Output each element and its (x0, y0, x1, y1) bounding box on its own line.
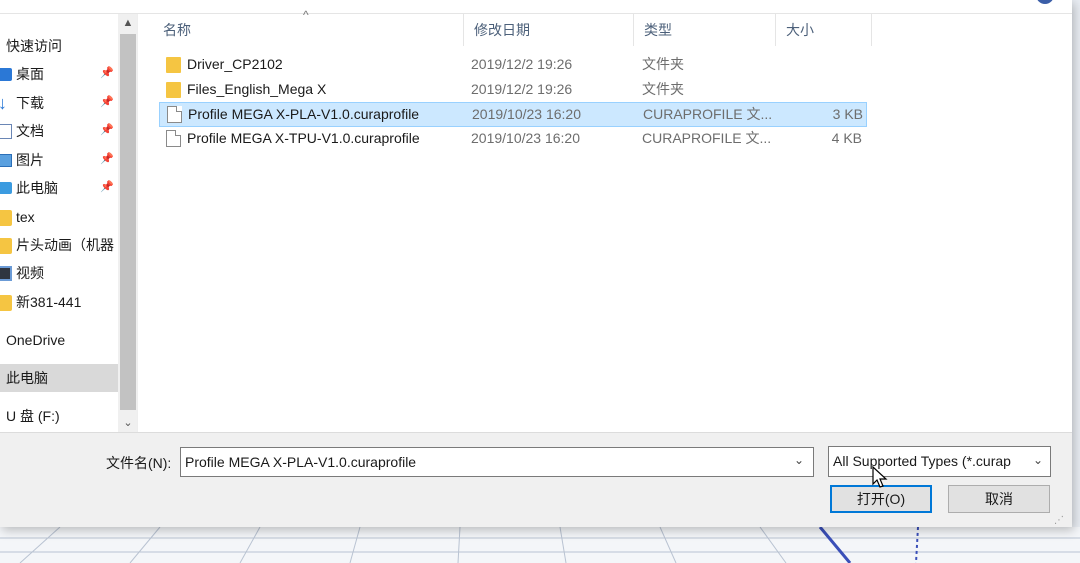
nav-item-this-pc-pinned[interactable]: 此电脑 📌 (0, 174, 118, 202)
file-row-files-english[interactable]: Files_English_Mega X 2019/12/2 19:26 文件夹 (159, 78, 867, 103)
picture-icon (0, 153, 12, 167)
column-name[interactable]: 名称 (153, 14, 464, 46)
file-type: CURAPROFILE 文... (642, 130, 772, 146)
nav-item-label: tex (16, 209, 35, 225)
file-row-driver-cp2102[interactable]: Driver_CP2102 2019/12/2 19:26 文件夹 (159, 53, 867, 78)
file-type: CURAPROFILE 文... (643, 106, 773, 122)
pin-icon[interactable]: 📌 (100, 95, 114, 108)
folder-icon (0, 294, 12, 311)
file-name: Files_English_Mega X (187, 81, 327, 97)
nav-item-label: 片头动画（机器 (16, 237, 114, 253)
document-icon (0, 123, 12, 139)
folder-icon (0, 209, 12, 226)
navigation-scrollbar[interactable]: ▲ ⌄ (118, 14, 137, 432)
file-type: 文件夹 (642, 56, 684, 72)
nav-item-label: 快速访问 (6, 38, 62, 54)
desktop-icon (0, 67, 12, 81)
file-icon (166, 130, 181, 147)
nav-item-label: OneDrive (6, 332, 66, 348)
file-name: Profile MEGA X-TPU-V1.0.curaprofile (187, 130, 420, 146)
nav-item-documents[interactable]: 文档 📌 (0, 117, 118, 145)
nav-item-new-381-441[interactable]: 新381-441 (0, 288, 118, 316)
filetype-select[interactable]: All Supported Types (*.curap (828, 446, 1051, 477)
cancel-button[interactable]: 取消 (948, 485, 1050, 513)
filename-input[interactable]: Profile MEGA X-PLA-V1.0.curaprofile (180, 447, 814, 477)
filename-label: 文件名(N): (106, 455, 172, 471)
pin-icon[interactable]: 📌 (100, 123, 114, 136)
pin-icon[interactable]: 📌 (100, 152, 114, 165)
column-size[interactable]: 大小 (776, 14, 872, 46)
file-type: 文件夹 (642, 81, 684, 97)
pin-icon[interactable]: 📌 (100, 180, 114, 193)
chevron-down-icon[interactable]: ⌄ (1033, 453, 1043, 467)
dialog-top-strip (0, 0, 1072, 14)
pin-icon[interactable]: 📌 (100, 66, 114, 79)
nav-item-onedrive[interactable]: OneDrive (0, 326, 118, 354)
folder-icon (166, 57, 181, 73)
download-icon: ↓ (0, 94, 12, 112)
nav-item-this-pc[interactable]: 此电脑 (0, 364, 118, 392)
file-size: 4 KB (831, 130, 862, 146)
video-icon (0, 265, 12, 281)
nav-item-downloads[interactable]: ↓ 下载 📌 (0, 89, 118, 117)
nav-item-intro-animation[interactable]: 片头动画（机器 (0, 231, 118, 259)
nav-item-usb-drive[interactable]: U 盘 (F:) (0, 402, 118, 430)
file-list: ^ 名称 修改日期 类型 大小 Driver_CP2102 2019/12/2 … (139, 8, 1072, 432)
nav-item-tex[interactable]: tex (0, 203, 118, 231)
nav-item-videos[interactable]: 视频 (0, 259, 118, 287)
nav-item-pictures[interactable]: 图片 📌 (0, 146, 118, 174)
file-row-tpu-profile[interactable]: Profile MEGA X-TPU-V1.0.curaprofile 2019… (159, 127, 867, 152)
window-control-icon[interactable] (1036, 0, 1054, 4)
column-date[interactable]: 修改日期 (464, 14, 634, 46)
dialog-footer: 文件名(N): Profile MEGA X-PLA-V1.0.curaprof… (0, 432, 1072, 527)
computer-icon (0, 182, 12, 194)
scroll-up-icon[interactable]: ▲ (118, 14, 137, 32)
file-name: Driver_CP2102 (187, 56, 283, 72)
nav-item-label: 视频 (16, 265, 44, 281)
folder-icon (0, 237, 12, 254)
nav-item-label: U 盘 (F:) (6, 408, 60, 424)
nav-item-desktop[interactable]: 桌面 📌 (0, 60, 118, 88)
resize-grip-icon[interactable]: ⋰ (1054, 515, 1064, 526)
file-date: 2019/12/2 19:26 (471, 81, 573, 97)
column-header: ^ 名称 修改日期 类型 大小 (139, 8, 1072, 46)
file-size (779, 53, 862, 76)
column-type[interactable]: 类型 (634, 14, 776, 46)
chevron-down-icon[interactable]: ⌄ (794, 453, 804, 467)
navigation-pane: 快速访问 桌面 📌 ↓ 下载 📌 文档 📌 图片 📌 (0, 14, 138, 432)
file-date: 2019/10/23 16:20 (472, 106, 581, 122)
folder-icon (166, 82, 181, 98)
file-date: 2019/10/23 16:20 (471, 130, 580, 146)
nav-item-quick-access[interactable]: 快速访问 (0, 32, 118, 60)
nav-item-label: 新381-441 (16, 294, 82, 310)
file-icon (167, 106, 182, 123)
file-date: 2019/12/2 19:26 (471, 56, 573, 72)
file-size: 3 KB (832, 106, 863, 122)
mouse-cursor-icon (872, 466, 888, 488)
file-size (779, 78, 862, 101)
scroll-down-icon[interactable]: ⌄ (118, 414, 137, 432)
file-name: Profile MEGA X-PLA-V1.0.curaprofile (188, 106, 420, 122)
file-row-pla-profile[interactable]: Profile MEGA X-PLA-V1.0.curaprofile 2019… (159, 102, 867, 127)
scrollbar-thumb[interactable] (120, 34, 136, 410)
nav-item-label: 此电脑 (6, 370, 48, 386)
open-file-dialog: 快速访问 桌面 📌 ↓ 下载 📌 文档 📌 图片 📌 (0, 0, 1072, 527)
